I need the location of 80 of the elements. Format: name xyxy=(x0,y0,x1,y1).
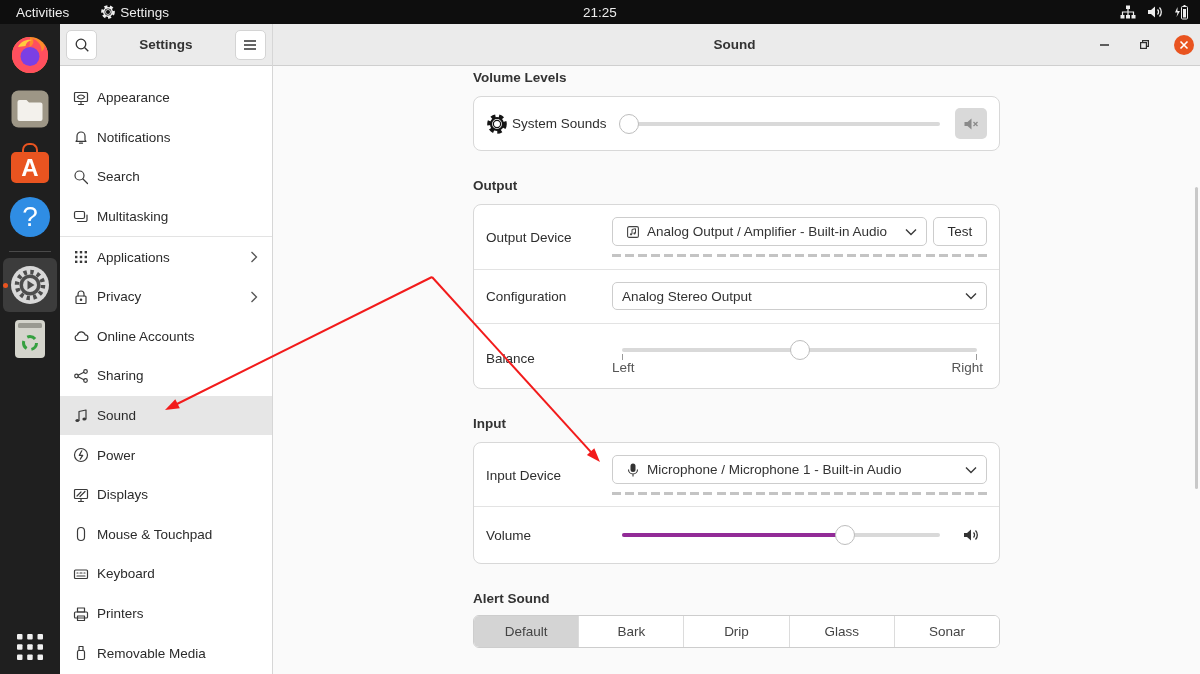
sidebar-item[interactable]: Applications xyxy=(60,237,272,277)
folder-icon xyxy=(11,90,49,128)
configuration-dropdown[interactable]: Analog Stereo Output xyxy=(612,282,987,310)
field-label: Input Device xyxy=(486,467,563,483)
sidebar-item[interactable]: Online Accounts xyxy=(60,316,272,357)
sidebar-item[interactable]: Displays xyxy=(60,474,272,515)
mute-button[interactable] xyxy=(955,108,987,139)
scale-label: Right xyxy=(951,360,983,376)
close-icon xyxy=(1174,34,1194,55)
field-label: Output Device xyxy=(486,229,573,245)
microphone-icon xyxy=(627,462,639,477)
stream-label: System Sounds xyxy=(512,116,607,131)
alert-sound-option[interactable]: Sonar xyxy=(893,616,999,647)
app-grid-icon[interactable] xyxy=(16,633,44,661)
menu-icon xyxy=(244,39,257,50)
search-icon xyxy=(74,37,89,52)
window-title: Sound xyxy=(713,37,756,52)
music-note-icon xyxy=(73,407,89,424)
minimize-icon xyxy=(1099,43,1109,46)
grid-icon xyxy=(73,249,89,266)
app-menu-button[interactable]: Settings xyxy=(95,1,176,23)
share-icon xyxy=(73,367,89,384)
sidebar-item[interactable]: Power xyxy=(60,435,272,475)
search-icon xyxy=(73,169,89,185)
windows-icon xyxy=(73,208,89,225)
printer-icon xyxy=(73,605,89,622)
section-heading: Output xyxy=(473,177,519,195)
lock-icon xyxy=(73,288,89,305)
monitor-icon xyxy=(73,89,89,106)
slider-thumb[interactable] xyxy=(789,340,810,360)
section-heading: Alert Sound xyxy=(473,590,551,608)
activities-button[interactable]: Activities xyxy=(10,1,76,23)
slider-thumb[interactable] xyxy=(618,113,639,134)
network-icon[interactable] xyxy=(1120,5,1136,19)
chevron-down-icon xyxy=(965,465,977,474)
volume-icon[interactable] xyxy=(1147,5,1163,19)
test-button[interactable]: Test xyxy=(933,217,987,246)
battery-icon[interactable] xyxy=(1174,4,1188,20)
scrollbar[interactable] xyxy=(1195,187,1198,489)
restore-icon xyxy=(1139,40,1149,49)
dock-item[interactable]: A xyxy=(3,136,57,190)
help-icon: ? xyxy=(10,197,50,237)
chevron-down-icon xyxy=(965,292,977,300)
device-dropdown[interactable]: Microphone / Microphone 1 - Built-in Audio xyxy=(612,455,987,484)
sidebar-item[interactable]: Notifications xyxy=(60,117,272,158)
section-heading: Input xyxy=(473,415,507,433)
gear-icon xyxy=(487,113,507,134)
music-note-icon xyxy=(627,225,639,238)
field-label: Configuration xyxy=(486,288,568,304)
sidebar-item[interactable]: Sharing xyxy=(60,356,272,396)
power-icon xyxy=(73,447,89,464)
sidebar-item[interactable]: Multitasking xyxy=(60,196,272,237)
slider-thumb[interactable] xyxy=(834,525,855,545)
sidebar-item[interactable]: Search xyxy=(60,157,272,197)
clock[interactable]: 21:25 xyxy=(577,1,623,23)
menu-button[interactable] xyxy=(235,29,266,60)
scale-label: Left xyxy=(612,360,635,376)
bell-icon xyxy=(73,129,89,146)
gear-icon xyxy=(101,5,116,19)
sidebar-item[interactable]: Appearance xyxy=(60,78,272,118)
search-button[interactable] xyxy=(66,29,97,60)
monitor-icon xyxy=(73,486,89,503)
browser-icon xyxy=(10,35,50,75)
speaker-icon xyxy=(963,528,979,542)
gear-icon xyxy=(10,265,50,305)
section-heading: Volume Levels xyxy=(473,69,568,87)
device-dropdown[interactable]: Analog Output / Amplifier - Built-in Audio xyxy=(612,217,927,246)
sidebar-item[interactable]: Mouse & Touchpad xyxy=(60,514,272,555)
field-label: Volume xyxy=(486,527,533,543)
chevron-down-icon xyxy=(905,227,917,236)
dock-item[interactable] xyxy=(3,258,57,312)
sidebar-item[interactable]: Sound xyxy=(60,395,272,436)
trash-icon xyxy=(14,319,46,359)
sidebar-item[interactable]: Privacy xyxy=(60,276,272,317)
sidebar-item[interactable]: Removable Media xyxy=(60,633,272,673)
alert-sound-option[interactable]: Default xyxy=(474,616,579,647)
sidebar-item[interactable]: Printers xyxy=(60,593,272,634)
sidebar-item[interactable]: Keyboard xyxy=(60,554,272,594)
close-button[interactable] xyxy=(1172,32,1196,57)
sidebar-title: Settings xyxy=(139,37,193,52)
